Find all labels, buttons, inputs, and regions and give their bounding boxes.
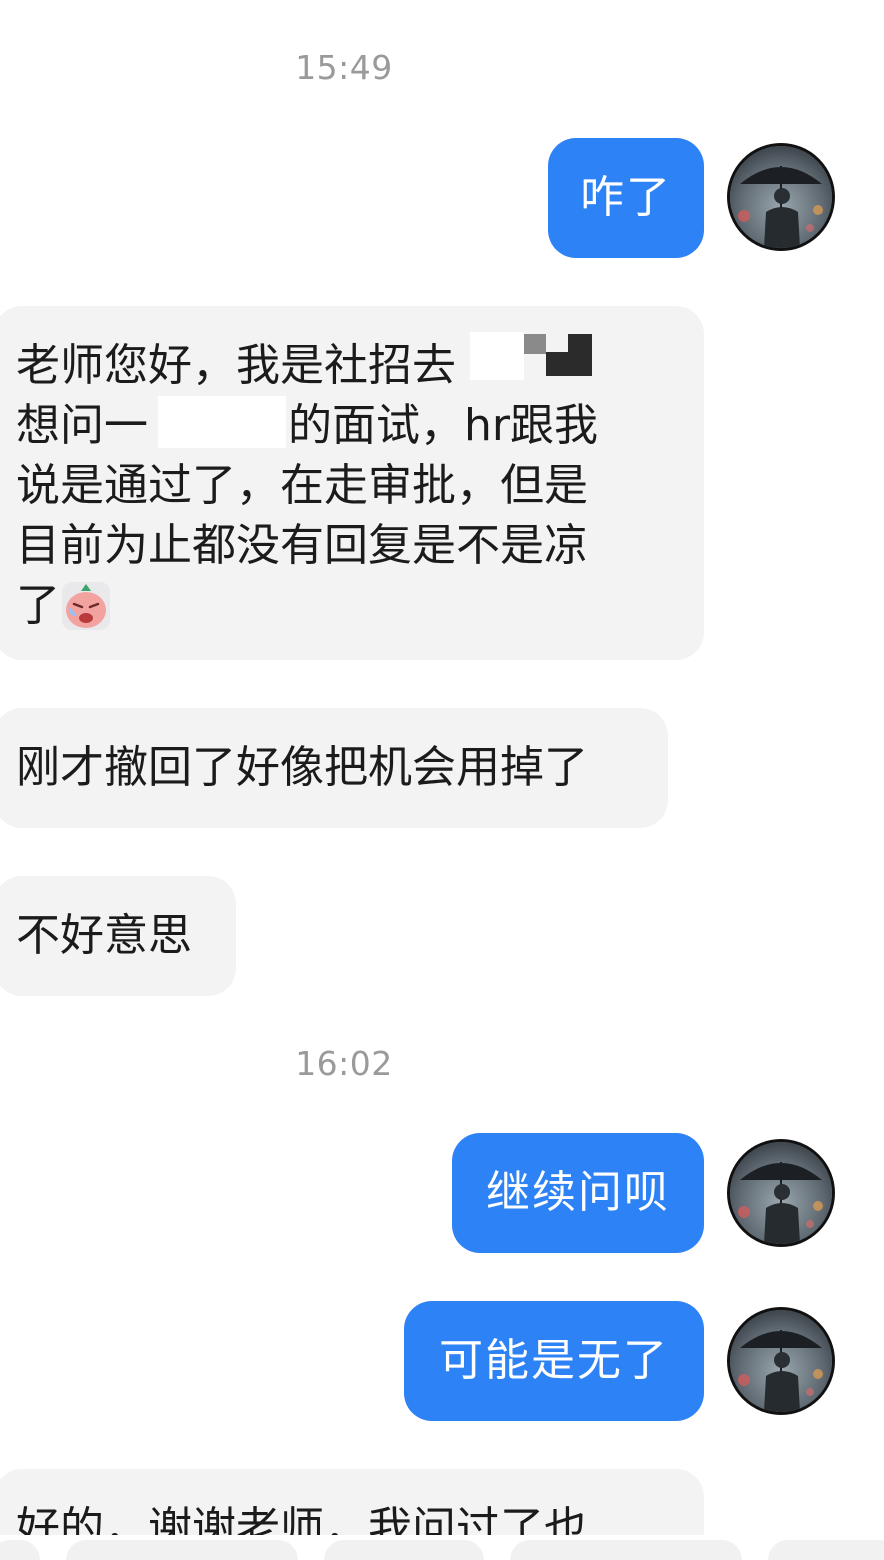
outgoing-message[interactable]: 继续问呗 (452, 1133, 704, 1253)
redaction-mask (470, 332, 524, 380)
message-text: 的面试，hr跟我 (288, 400, 598, 451)
message-text: 想问一 (16, 400, 148, 451)
incoming-message[interactable]: 刚才撤回了好像把机会用掉了 (0, 708, 668, 828)
man-with-umbrella-icon (730, 1142, 832, 1244)
pixelated-redaction (524, 334, 592, 376)
incoming-message[interactable]: 老师您好，我是社招去 想问一 的面试，hr跟我 说是通过了，在走审批，但是 目前为… (0, 306, 704, 660)
message-text: 刚才撤回了好像把机会用掉了 (16, 742, 588, 793)
outgoing-message[interactable]: 可能是无了 (404, 1301, 704, 1421)
timestamp: 15:49 (295, 48, 393, 87)
man-with-umbrella-icon (730, 1310, 832, 1412)
message-line: 说是通过了，在走审批，但是 (16, 460, 588, 511)
message-line: 想问一 的面试，hr跟我 (16, 396, 682, 456)
crying-face-emoji-icon (62, 582, 110, 630)
redaction-mask (158, 396, 286, 448)
chat-scroll-area[interactable]: 15:49 咋了 老师您好，我是社招去 想问一 的面试，hr跟我 说是通过了，在… (0, 0, 884, 1560)
message-text: 继续问呗 (486, 1167, 670, 1218)
message-line: 目前为止都没有回复是不是凉 (16, 520, 588, 571)
message-text: 不好意思 (16, 910, 192, 961)
timestamp: 16:02 (295, 1044, 393, 1083)
user-avatar[interactable] (727, 1307, 835, 1415)
message-line: 了 (16, 576, 682, 636)
toolbar-button[interactable] (768, 1540, 884, 1560)
toolbar-button[interactable] (510, 1540, 742, 1560)
incoming-message[interactable]: 不好意思 (0, 876, 236, 996)
toolbar-button[interactable] (324, 1540, 484, 1560)
outgoing-message[interactable]: 咋了 (548, 138, 704, 258)
message-text: 可能是无了 (439, 1335, 669, 1386)
toolbar-button[interactable] (66, 1540, 298, 1560)
user-avatar[interactable] (727, 1139, 835, 1247)
man-with-umbrella-icon (730, 146, 832, 248)
message-text: 咋了 (580, 172, 672, 223)
user-avatar[interactable] (727, 143, 835, 251)
message-text: 了 (16, 580, 60, 631)
